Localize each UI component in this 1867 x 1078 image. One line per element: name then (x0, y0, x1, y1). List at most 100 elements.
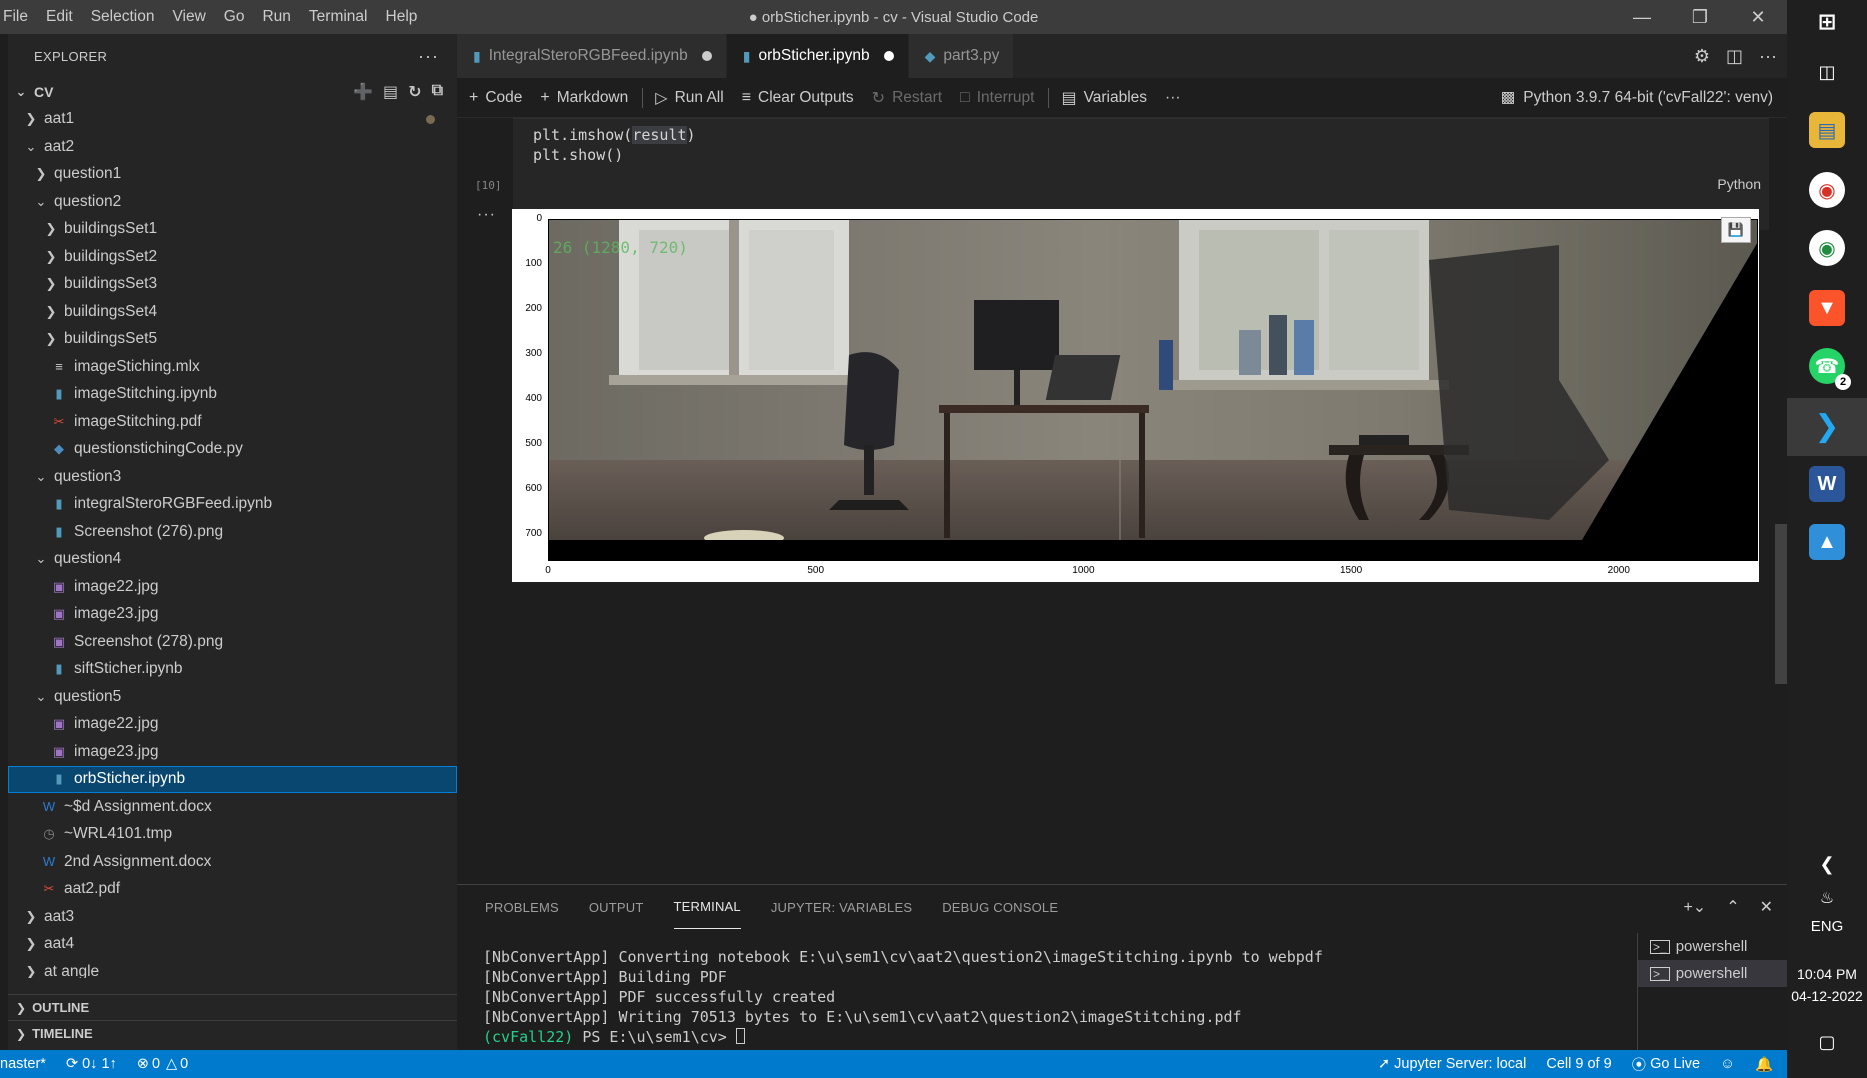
new-terminal-icon[interactable]: +⌄ (1683, 897, 1706, 917)
tree-folder[interactable]: ❯ aat1 (8, 106, 457, 134)
tree-file[interactable]: W ~$d Assignment.docx (8, 793, 457, 821)
menu-go[interactable]: Go (215, 0, 254, 34)
refresh-icon[interactable]: ↻ (408, 82, 421, 102)
add-code-button[interactable]: + Code (469, 89, 522, 107)
file-explorer-icon[interactable]: ▤ (1809, 112, 1845, 148)
tree-folder[interactable]: ❯ at angle (8, 958, 457, 978)
branch-indicator[interactable]: naster* (0, 1056, 46, 1072)
tree-file[interactable]: ▮ siftSticher.ipynb (8, 656, 457, 684)
timeline-section[interactable]: ❯ TIMELINE (8, 1020, 457, 1046)
dirty-dot-icon[interactable] (701, 51, 712, 61)
cell-code[interactable]: plt.imshow(result) plt.show() (533, 125, 696, 165)
bell-icon[interactable]: 🔔 (1755, 1056, 1773, 1073)
menu-file[interactable]: File (0, 0, 37, 34)
menu-selection[interactable]: Selection (82, 0, 164, 34)
add-markdown-button[interactable]: + Markdown (540, 89, 628, 107)
jupyter-server-indicator[interactable]: ➚ Jupyter Server: local (1378, 1056, 1526, 1072)
save-image-icon[interactable]: 💾 (1721, 217, 1751, 243)
chevron-left-icon[interactable]: ❮ (1809, 846, 1845, 882)
terminal-item-powershell-1[interactable]: >_ powershell (1638, 933, 1787, 960)
tab-integralsterorgbfeed[interactable]: ▮ IntegralSteroRGBFeed.ipynb (457, 34, 727, 78)
menu-edit[interactable]: Edit (37, 0, 82, 34)
toolbar-more-button[interactable]: ··· (1165, 89, 1181, 107)
tree-file[interactable]: ◷ ~WRL4101.tmp (8, 821, 457, 849)
tree-file[interactable]: ✂ imageStitching.pdf (8, 408, 457, 436)
run-all-button[interactable]: ▷ Run All (655, 88, 723, 108)
cell-language[interactable]: Python (1717, 176, 1761, 192)
vscode-icon[interactable]: ❯ (1809, 408, 1845, 444)
variables-button[interactable]: ▤ Variables (1061, 88, 1147, 108)
output-more-icon[interactable]: ··· (477, 206, 496, 224)
split-editor-icon[interactable]: ◫ (1726, 46, 1743, 67)
tab-terminal[interactable]: TERMINAL (673, 885, 741, 929)
windows-start-icon[interactable]: ⊞ (1809, 4, 1845, 40)
tree-file[interactable]: W 2nd Assignment.docx (8, 848, 457, 876)
tree-file[interactable]: ▮ orbSticher.ipynb (8, 765, 457, 793)
whatsapp-icon[interactable]: ☎ 2 (1809, 348, 1851, 390)
tree-folder[interactable]: ❯ buildingsSet4 (8, 298, 457, 326)
clock-date[interactable]: 04-12-2022 (1787, 988, 1867, 1004)
close-window-button[interactable]: ✕ (1729, 0, 1787, 34)
tree-file[interactable]: ▣ image22.jpg (8, 711, 457, 739)
restore-button[interactable]: ❐ (1671, 0, 1729, 34)
tree-file[interactable]: ◆ questionstichingCode.py (8, 436, 457, 464)
chrome-icon[interactable]: ◉ (1809, 172, 1845, 208)
outline-section[interactable]: ❯ OUTLINE (8, 994, 457, 1020)
menu-run[interactable]: Run (253, 0, 299, 34)
tree-file[interactable]: ▣ image23.jpg (8, 738, 457, 766)
new-file-icon[interactable]: ➕ (353, 82, 373, 102)
terminal-item-powershell-2[interactable]: >_ powershell (1638, 960, 1787, 987)
restart-button[interactable]: ↻ Restart (872, 88, 942, 108)
brave-icon[interactable]: ▼ (1809, 290, 1845, 326)
problems-indicator[interactable]: ⊗ 0 △ 0 (137, 1056, 188, 1072)
tree-file[interactable]: ▣ Screenshot (278).png (8, 628, 457, 656)
notification-icon[interactable]: ▢ (1809, 1024, 1845, 1060)
tree-folder[interactable]: ⌄ aat2 (8, 133, 457, 161)
tab-problems[interactable]: PROBLEMS (485, 885, 559, 929)
interrupt-button[interactable]: □ Interrupt (960, 89, 1034, 107)
editor-scrollbar[interactable] (1775, 524, 1787, 684)
clear-outputs-button[interactable]: ≡ Clear Outputs (742, 89, 854, 107)
menu-view[interactable]: View (163, 0, 214, 34)
tree-file[interactable]: ▮ Screenshot (276).png (8, 518, 457, 546)
tree-folder[interactable]: ❯ buildingsSet3 (8, 271, 457, 299)
explorer-root-folder[interactable]: ⌄ CV ➕ ▤ ↻ ⧉ (8, 78, 457, 106)
gear-icon[interactable]: ⚙ (1694, 46, 1710, 67)
wifi-icon[interactable]: ♨ (1809, 880, 1845, 916)
photos-icon[interactable]: ▲ (1809, 524, 1845, 560)
tree-file[interactable]: ▮ imageStitching.ipynb (8, 381, 457, 409)
minimize-button[interactable]: — (1613, 0, 1671, 34)
clock-time[interactable]: 10:04 PM (1787, 966, 1867, 982)
tree-file[interactable]: ✂ aat2.pdf (8, 876, 457, 904)
cell-indicator[interactable]: Cell 9 of 9 (1546, 1056, 1611, 1072)
feedback-icon[interactable]: ☺ (1720, 1056, 1735, 1072)
tree-folder[interactable]: ⌄ question2 (8, 188, 457, 216)
close-panel-icon[interactable]: ✕ (1760, 897, 1773, 917)
task-view-icon[interactable]: ◫ (1809, 54, 1845, 90)
tab-jupyter-variables[interactable]: JUPYTER: VARIABLES (771, 885, 912, 929)
tab-part3[interactable]: ◆ part3.py (908, 34, 1015, 78)
tab-output[interactable]: OUTPUT (589, 885, 644, 929)
terminal-output[interactable]: [NbConvertApp] Converting notebook E:\u\… (483, 947, 1323, 1047)
tree-file[interactable]: ▣ image23.jpg (8, 601, 457, 629)
tree-folder[interactable]: ⌄ question4 (8, 546, 457, 574)
language-indicator[interactable]: ENG (1787, 918, 1867, 935)
tree-folder[interactable]: ⌄ question5 (8, 683, 457, 711)
tree-folder[interactable]: ❯ buildingsSet5 (8, 326, 457, 354)
tree-folder[interactable]: ❯ question1 (8, 161, 457, 189)
word-icon[interactable]: W (1809, 466, 1845, 502)
sync-indicator[interactable]: ⟳ 0↓ 1↑ (66, 1056, 117, 1072)
kernel-picker[interactable]: ▩ Python 3.9.7 64-bit ('cvFall22': venv) (1501, 88, 1773, 107)
collapse-all-icon[interactable]: ⧉ (432, 82, 443, 102)
tree-folder[interactable]: ❯ buildingsSet2 (8, 243, 457, 271)
tree-file[interactable]: ≡ imageStiching.mlx (8, 353, 457, 381)
more-actions-icon[interactable]: ··· (1759, 46, 1777, 67)
new-folder-icon[interactable]: ▤ (383, 82, 398, 102)
tree-file[interactable]: ▮ integralSteroRGBFeed.ipynb (8, 491, 457, 519)
chrome-profile-icon[interactable]: ◉ (1809, 230, 1845, 266)
tree-folder[interactable]: ❯ buildingsSet1 (8, 216, 457, 244)
tree-file[interactable]: ▣ image22.jpg (8, 573, 457, 601)
menu-help[interactable]: Help (377, 0, 427, 34)
explorer-more-icon[interactable]: ··· (418, 46, 439, 67)
menu-terminal[interactable]: Terminal (300, 0, 377, 34)
